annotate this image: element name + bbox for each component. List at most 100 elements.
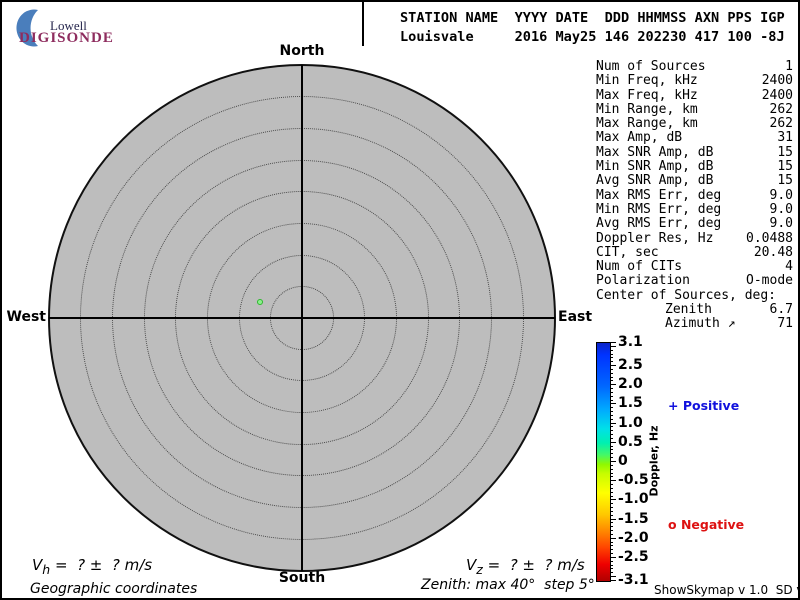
colorbar-minor-tick [610, 388, 613, 390]
param-label: Doppler Res, Hz [596, 230, 714, 246]
param-row: Min RMS Err, deg 9.0 [596, 201, 793, 217]
header-labels-line: STATION NAME YYYY DATE DDD HHMMSS AXN PP… [400, 10, 785, 26]
param-label: CIT, sec [596, 244, 659, 260]
param-value: 6.7 [769, 302, 793, 318]
param-row: Avg SNR Amp, dB 15 [596, 173, 793, 189]
doppler-source-point[interactable] [257, 299, 263, 305]
colorbar-minor-tick [610, 568, 613, 570]
colorbar-major-tick [610, 422, 616, 424]
param-row: Max Amp, dB 31 [596, 130, 793, 146]
param-label: Center of Sources, deg: [596, 287, 777, 303]
colorbar-major-tick [610, 384, 616, 386]
param-row: Max Range, km 262 [596, 116, 793, 132]
colorbar-major-tick [610, 499, 616, 501]
colorbar-minor-tick [610, 545, 613, 547]
colorbar-minor-tick [610, 434, 613, 436]
colorbar-minor-tick [610, 564, 613, 566]
colorbar-major-tick [610, 556, 616, 558]
param-row: Min Range, km 262 [596, 101, 793, 117]
vz-velocity-readout: Vz = ? ± ? m/s [466, 556, 585, 577]
param-row: Polarization O-mode [596, 273, 793, 289]
colorbar-minor-tick [610, 407, 613, 409]
compass-east-label: East [558, 309, 593, 325]
colorbar-minor-tick [610, 380, 613, 382]
param-label: Polarization [596, 273, 690, 289]
colorbar-tick-label: -3.1 [618, 572, 649, 588]
colorbar-minor-tick [610, 426, 613, 428]
param-value: 262 [769, 101, 793, 117]
param-label: Max RMS Err, deg [596, 187, 722, 203]
param-label: Avg SNR Amp, dB [596, 173, 714, 189]
colorbar-major-tick [610, 537, 616, 539]
param-value: 15 [777, 173, 793, 189]
header-divider [362, 2, 364, 46]
param-row: Zenith 6.7 [596, 302, 793, 318]
param-label: Avg RMS Err, deg [596, 216, 722, 232]
param-label: Min Freq, kHz [596, 73, 698, 89]
param-label: Max Range, km [596, 116, 698, 132]
colorbar-tick-label: -1.0 [618, 491, 649, 508]
colorbar-tick-label: 1.5 [618, 395, 643, 412]
param-row: Max RMS Err, deg 9.0 [596, 187, 793, 203]
param-value: O-mode [746, 273, 793, 289]
param-value: 15 [777, 144, 793, 160]
param-label: Num of CITs [596, 259, 683, 275]
param-value: 9.0 [769, 201, 793, 217]
colorbar-major-tick [610, 576, 616, 578]
param-label: Min RMS Err, deg [596, 201, 722, 217]
vh-symbol: V [32, 556, 43, 574]
colorbar-axis-label: Doppler, Hz [647, 425, 661, 497]
vh-subscript: h [42, 562, 51, 577]
colorbar-minor-tick [610, 376, 613, 378]
colorbar-tick-label: -0.5 [618, 472, 649, 489]
param-label: Max Freq, kHz [596, 87, 698, 103]
colorbar-minor-tick [610, 353, 613, 355]
param-value: 71 [777, 316, 793, 332]
colorbar-minor-tick [610, 503, 613, 505]
param-value: 9.0 [769, 187, 793, 203]
colorbar-major-tick [610, 518, 616, 520]
colorbar-minor-tick [610, 418, 613, 420]
colorbar-tick-label: 0 [618, 453, 628, 469]
colorbar-minor-tick [610, 430, 613, 432]
vh-velocity-readout: Vh = ? ± ? m/s [32, 556, 152, 577]
param-row: Azimuth ↗ 71 [596, 316, 793, 332]
vz-symbol: V [466, 556, 477, 574]
legend-negative: o Negative [668, 517, 745, 532]
colorbar-minor-tick [610, 349, 613, 351]
colorbar-major-tick [610, 441, 616, 443]
param-label: Azimuth ↗ [665, 316, 736, 332]
colorbar-major-tick [610, 480, 616, 482]
param-label: Max Amp, dB [596, 130, 683, 146]
param-value: 20.48 [753, 244, 793, 260]
colorbar-tick-label: 3.1 [618, 334, 643, 350]
param-value: 0.0488 [746, 230, 793, 246]
param-value: 1 [785, 59, 793, 74]
colorbar-minor-tick [610, 572, 613, 574]
colorbar-minor-tick [610, 484, 613, 486]
param-row: Max SNR Amp, dB 15 [596, 144, 793, 160]
colorbar-minor-tick [610, 549, 613, 551]
colorbar-minor-tick [610, 449, 613, 451]
colorbar-minor-tick [610, 357, 613, 359]
colorbar-minor-tick [610, 522, 613, 524]
param-value: 4 [785, 259, 793, 275]
colorbar-minor-tick [610, 368, 613, 370]
param-row: Avg RMS Err, deg 9.0 [596, 216, 793, 232]
param-row: Max Freq, kHz 2400 [596, 87, 793, 103]
colorbar-minor-tick [610, 468, 613, 470]
app-version-label: ShowSkymap v 1.0 SD v 5.1 [654, 583, 798, 597]
colorbar-major-tick [610, 403, 616, 405]
colorbar-tick-label: 2.0 [618, 376, 643, 393]
colorbar-minor-tick [610, 476, 613, 478]
colorbar-minor-tick [610, 514, 613, 516]
zenith-range-note: Zenith: max 40° step 5° [421, 577, 595, 593]
compass-west-label: West [6, 309, 46, 325]
compass-south-label: South [278, 570, 326, 586]
colorbar-major-tick [610, 461, 616, 462]
colorbar-minor-tick [610, 495, 613, 497]
colorbar-tick-label: -2.5 [618, 548, 649, 565]
colorbar-minor-tick [610, 472, 613, 474]
param-row: Min SNR Amp, dB 15 [596, 159, 793, 174]
colorbar-minor-tick [610, 530, 613, 532]
